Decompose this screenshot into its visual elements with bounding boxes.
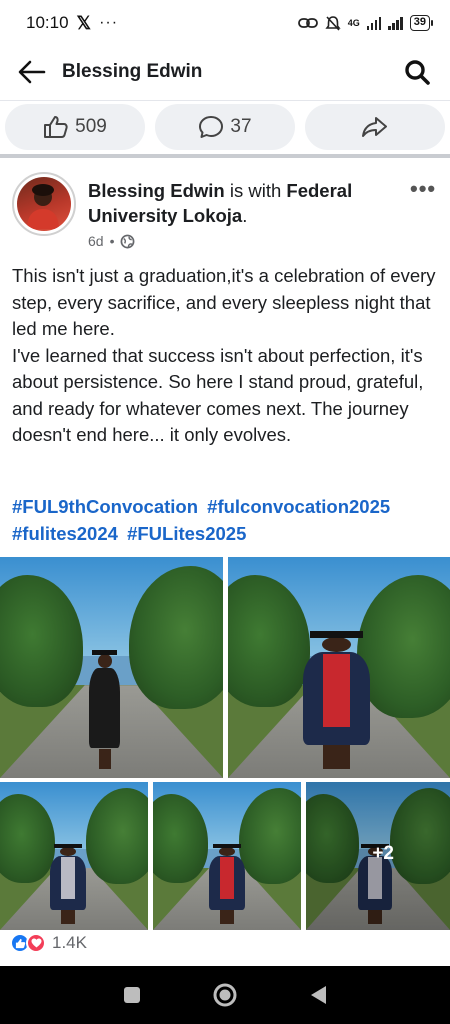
back-button[interactable] [298,975,338,1015]
hashtag-link[interactable]: #FULites2025 [127,523,246,544]
like-count: 509 [75,116,107,137]
recents-icon [123,987,140,1003]
comment-icon [199,116,224,138]
reaction-summary[interactable]: 1.4K [10,933,87,953]
more-options-button[interactable]: ••• [410,176,436,202]
post-photo-1[interactable] [0,557,223,778]
post-paragraph-1: This isn't just a graduation,it's a cele… [12,265,436,339]
love-reaction-icon [26,933,46,953]
page-title: Blessing Edwin [62,61,203,82]
post-body: This isn't just a graduation,it's a cele… [12,263,442,449]
meta-separator: • [109,233,115,249]
section-divider [0,154,450,158]
hashtag-link[interactable]: #fulites2024 [12,523,118,544]
network-type: 4G [347,17,360,28]
post-paragraph-2: I've learned that success isn't about pe… [12,344,424,446]
like-button[interactable]: 509 [5,104,145,150]
location-suffix: . [242,205,248,226]
share-button[interactable] [305,104,445,150]
status-time: 10:10 [26,13,69,32]
comment-button[interactable]: 37 [155,104,295,150]
header-divider [0,100,450,101]
signal-icon [366,16,382,30]
top-app-bar: Blessing Edwin [0,46,450,98]
signal-2-icon [388,16,403,30]
with-text: is with [224,180,287,201]
notification-overflow: ··· [99,14,119,31]
more-photos-count[interactable]: +2 [372,843,394,865]
home-icon [213,983,237,1007]
author-name[interactable]: Blessing Edwin [88,180,225,201]
back-triangle-icon [311,986,327,1004]
x-app-icon: 𝕏 [76,12,92,33]
search-icon[interactable] [400,55,434,89]
post-photo-2[interactable] [228,557,450,778]
thumbs-up-icon [44,116,68,138]
reaction-count: 1.4K [52,933,87,952]
link-icon [297,18,318,28]
post-photo-3[interactable] [0,782,148,930]
hashtag-link[interactable]: #fulconvocation2025 [207,496,390,517]
system-navigation-bar [0,966,450,1024]
status-bar: 10:10 𝕏 ··· 4G 39 [0,0,450,46]
post-time: 6d [88,233,104,249]
post-author-line: Blessing Edwin is with Federal Universit… [88,178,388,228]
avatar[interactable] [12,172,76,236]
post-meta: 6d • [88,233,135,249]
share-icon [362,117,387,137]
post-photo-4[interactable] [153,782,301,930]
bell-muted-icon [325,15,341,31]
battery-indicator: 39 [409,15,434,31]
arrow-left-icon[interactable] [16,56,48,88]
recents-button[interactable] [112,975,152,1015]
post-actions-bar: 509 37 [5,104,445,150]
comment-count: 37 [230,116,252,137]
globe-icon [121,234,135,248]
hashtags: #FUL9thConvocation #fulconvocation2025 #… [12,494,442,547]
hashtag-link[interactable]: #FUL9thConvocation [12,496,198,517]
home-button[interactable] [205,975,245,1015]
